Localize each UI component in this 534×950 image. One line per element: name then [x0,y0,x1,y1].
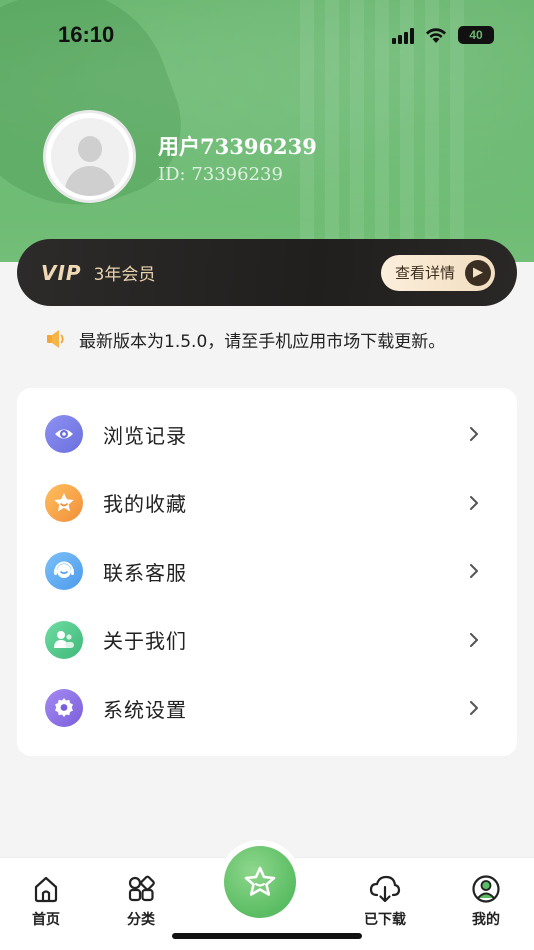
menu-item-favorites[interactable]: 我的收藏 [17,469,517,538]
vip-banner[interactable]: VIP 3年会员 查看详情 ▶ [17,239,517,306]
tab-label: 我的 [472,912,500,928]
chevron-right-icon [470,632,478,647]
menu-card: 浏览记录 我的收藏 联系客服 关于我们 系统设置 [17,388,517,756]
tab-mine[interactable]: 我的 [451,874,521,929]
menu-item-customer-service[interactable]: 联系客服 [17,537,517,606]
headset-icon [45,552,83,591]
eye-icon [45,415,83,454]
tab-label: 已下载 [364,912,406,928]
menu-label: 我的收藏 [103,492,187,517]
status-bar: 16:10 40 [0,0,534,70]
status-time: 16:10 [58,22,115,47]
tab-label: 首页 [32,912,60,928]
center-fab-button[interactable] [224,846,296,918]
tab-label: 分类 [127,912,155,928]
star-icon [244,866,276,896]
home-icon [34,876,58,903]
update-notice: 最新版本为1.5.0，请至手机应用市场下载更新。 [45,325,525,353]
menu-label: 联系客服 [103,560,187,585]
battery-icon: 40 [458,26,494,44]
avatar[interactable] [43,110,136,203]
people-icon [45,620,83,659]
vip-detail-button[interactable]: 查看详情 ▶ [380,254,495,291]
menu-label: 浏览记录 [103,423,187,448]
download-cloud-icon [369,875,401,903]
menu-label: 关于我们 [103,629,187,654]
vip-detail-label: 查看详情 [394,264,455,282]
speaker-icon [47,330,64,348]
chevron-right-icon [470,701,478,716]
vip-logo: VIP [41,260,82,285]
category-icon [128,875,155,902]
menu-item-settings[interactable]: 系统设置 [17,674,517,743]
signal-icon [392,26,414,44]
notice-text: 最新版本为1.5.0，请至手机应用市场下载更新。 [79,331,446,352]
status-icons: 40 [392,26,494,44]
chevron-right-icon [470,495,478,510]
chevron-right-icon [470,564,478,579]
tab-downloaded[interactable]: 已下载 [350,874,420,929]
gear-icon [45,689,83,728]
vip-level: 3年会员 [93,265,156,285]
avatar-placeholder-icon [50,117,129,196]
tab-category[interactable]: 分类 [106,874,176,929]
menu-item-about-us[interactable]: 关于我们 [17,606,517,675]
home-indicator [172,933,362,939]
chevron-right-icon: ▶ [465,259,491,286]
profile-icon [472,875,500,903]
user-id: ID: 73396239 [158,164,283,185]
star-icon [45,483,83,522]
menu-item-history[interactable]: 浏览记录 [17,400,517,469]
user-name[interactable]: 用户73396239 [158,131,317,161]
chevron-right-icon [470,427,478,442]
tab-home[interactable]: 首页 [11,874,81,929]
menu-label: 系统设置 [103,697,187,722]
wifi-icon [426,28,446,43]
